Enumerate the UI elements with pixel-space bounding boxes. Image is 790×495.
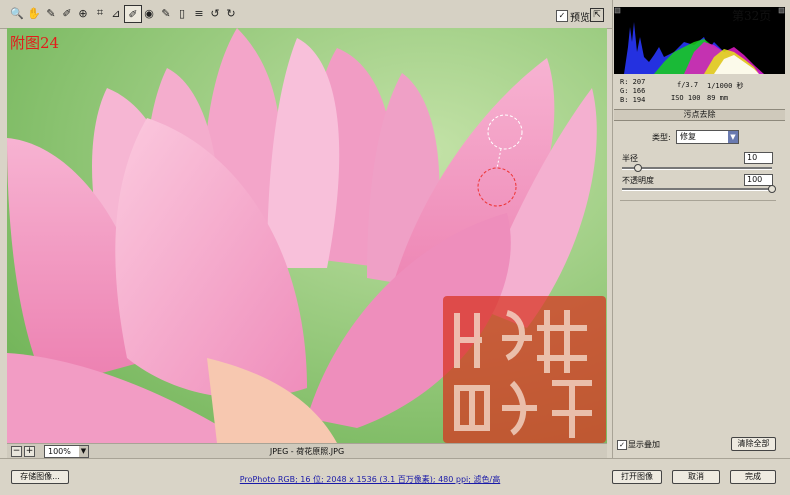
radius-slider-thumb[interactable] xyxy=(634,164,642,172)
zoom-select[interactable]: 100% ▼ xyxy=(44,445,89,458)
page-number: 第32页 xyxy=(732,9,772,23)
radius-slider-track[interactable] xyxy=(622,167,772,170)
workflow-options-link[interactable]: ProPhoto RGB; 16 位; 2048 x 1536 (3.1 百万像… xyxy=(200,474,540,485)
chevron-down-icon: ▼ xyxy=(79,446,88,457)
color-sampler-icon[interactable]: ✐ xyxy=(59,5,75,21)
opacity-label: 不透明度 xyxy=(622,176,654,185)
radius-input[interactable]: 10 xyxy=(744,152,773,164)
lotus-photo xyxy=(7,28,607,443)
opacity-slider-thumb[interactable] xyxy=(768,185,776,193)
zoom-value: 100% xyxy=(48,447,71,456)
type-value: 修复 xyxy=(680,132,696,141)
spot-removal-icon[interactable]: ✐ xyxy=(124,5,142,23)
type-label: 类型: xyxy=(652,133,671,142)
shutter-value: 1/1000 秒 xyxy=(707,82,744,90)
opacity-slider-track[interactable] xyxy=(622,188,772,191)
green-value: G: 166 xyxy=(620,87,646,95)
figure-label: 附图24 xyxy=(10,34,60,52)
zoom-in-button[interactable]: + xyxy=(24,446,35,457)
readout-area: R: 207 G: 166 B: 194 f/3.7 1/1000 秒 ISO … xyxy=(614,75,785,107)
clear-all-button[interactable]: 清除全部 xyxy=(731,437,776,451)
target-adjust-icon[interactable]: ⊕ xyxy=(75,5,91,21)
rotate-cw-icon[interactable]: ↻ xyxy=(223,5,239,21)
zoom-icon[interactable]: 🔍 xyxy=(9,5,25,21)
aperture-value: f/3.7 xyxy=(677,81,699,89)
done-button[interactable]: 完成 xyxy=(730,470,776,484)
opacity-input[interactable]: 100 xyxy=(744,174,773,186)
iso-value: ISO 100 xyxy=(671,94,701,102)
divider xyxy=(620,200,776,201)
adjustment-brush-icon[interactable]: ✎ xyxy=(158,5,174,21)
show-overlay-checkbox[interactable]: ✓ xyxy=(617,440,627,450)
graduated-filter-icon[interactable]: ▯ xyxy=(174,5,190,21)
preferences-icon[interactable]: ≡ xyxy=(191,5,207,21)
hand-icon[interactable]: ✋ xyxy=(26,5,42,21)
zoom-out-button[interactable]: − xyxy=(11,446,22,457)
white-balance-icon[interactable]: ✎ xyxy=(43,5,59,21)
file-name: JPEG - 荷花原照.JPG xyxy=(269,447,345,456)
show-overlay-label: 显示叠加 xyxy=(628,440,660,449)
cancel-button[interactable]: 取消 xyxy=(672,470,720,484)
chevron-down-icon: ▼ xyxy=(728,131,738,143)
toolbar: 🔍 ✋ ✎ ✐ ⊕ ⌗ ⊿ ✐ ◉ ✎ ▯ ≡ ↺ ↻ xyxy=(0,0,612,29)
type-select[interactable]: 修复 ▼ xyxy=(676,130,739,144)
fullscreen-icon[interactable]: ⇱ xyxy=(590,8,604,22)
crop-icon[interactable]: ⌗ xyxy=(92,5,108,21)
red-value: R: 207 xyxy=(620,78,646,86)
rotate-ccw-icon[interactable]: ↺ xyxy=(207,5,223,21)
preview-label: 预览 xyxy=(570,13,590,24)
focal-length-value: 89 mm xyxy=(707,94,729,102)
section-title: 污点去除 xyxy=(614,109,785,121)
blue-value: B: 194 xyxy=(620,96,646,104)
preview-checkbox[interactable]: ✓ xyxy=(556,10,568,22)
image-canvas[interactable] xyxy=(7,28,607,443)
open-image-button[interactable]: 打开图像 xyxy=(612,470,662,484)
radius-label: 半径 xyxy=(622,154,638,163)
save-image-button[interactable]: 存储图像... xyxy=(11,470,69,484)
image-status-bar: − + 100% ▼ JPEG - 荷花原照.JPG xyxy=(7,443,607,459)
red-eye-icon[interactable]: ◉ xyxy=(141,5,157,21)
straighten-icon[interactable]: ⊿ xyxy=(108,5,124,21)
